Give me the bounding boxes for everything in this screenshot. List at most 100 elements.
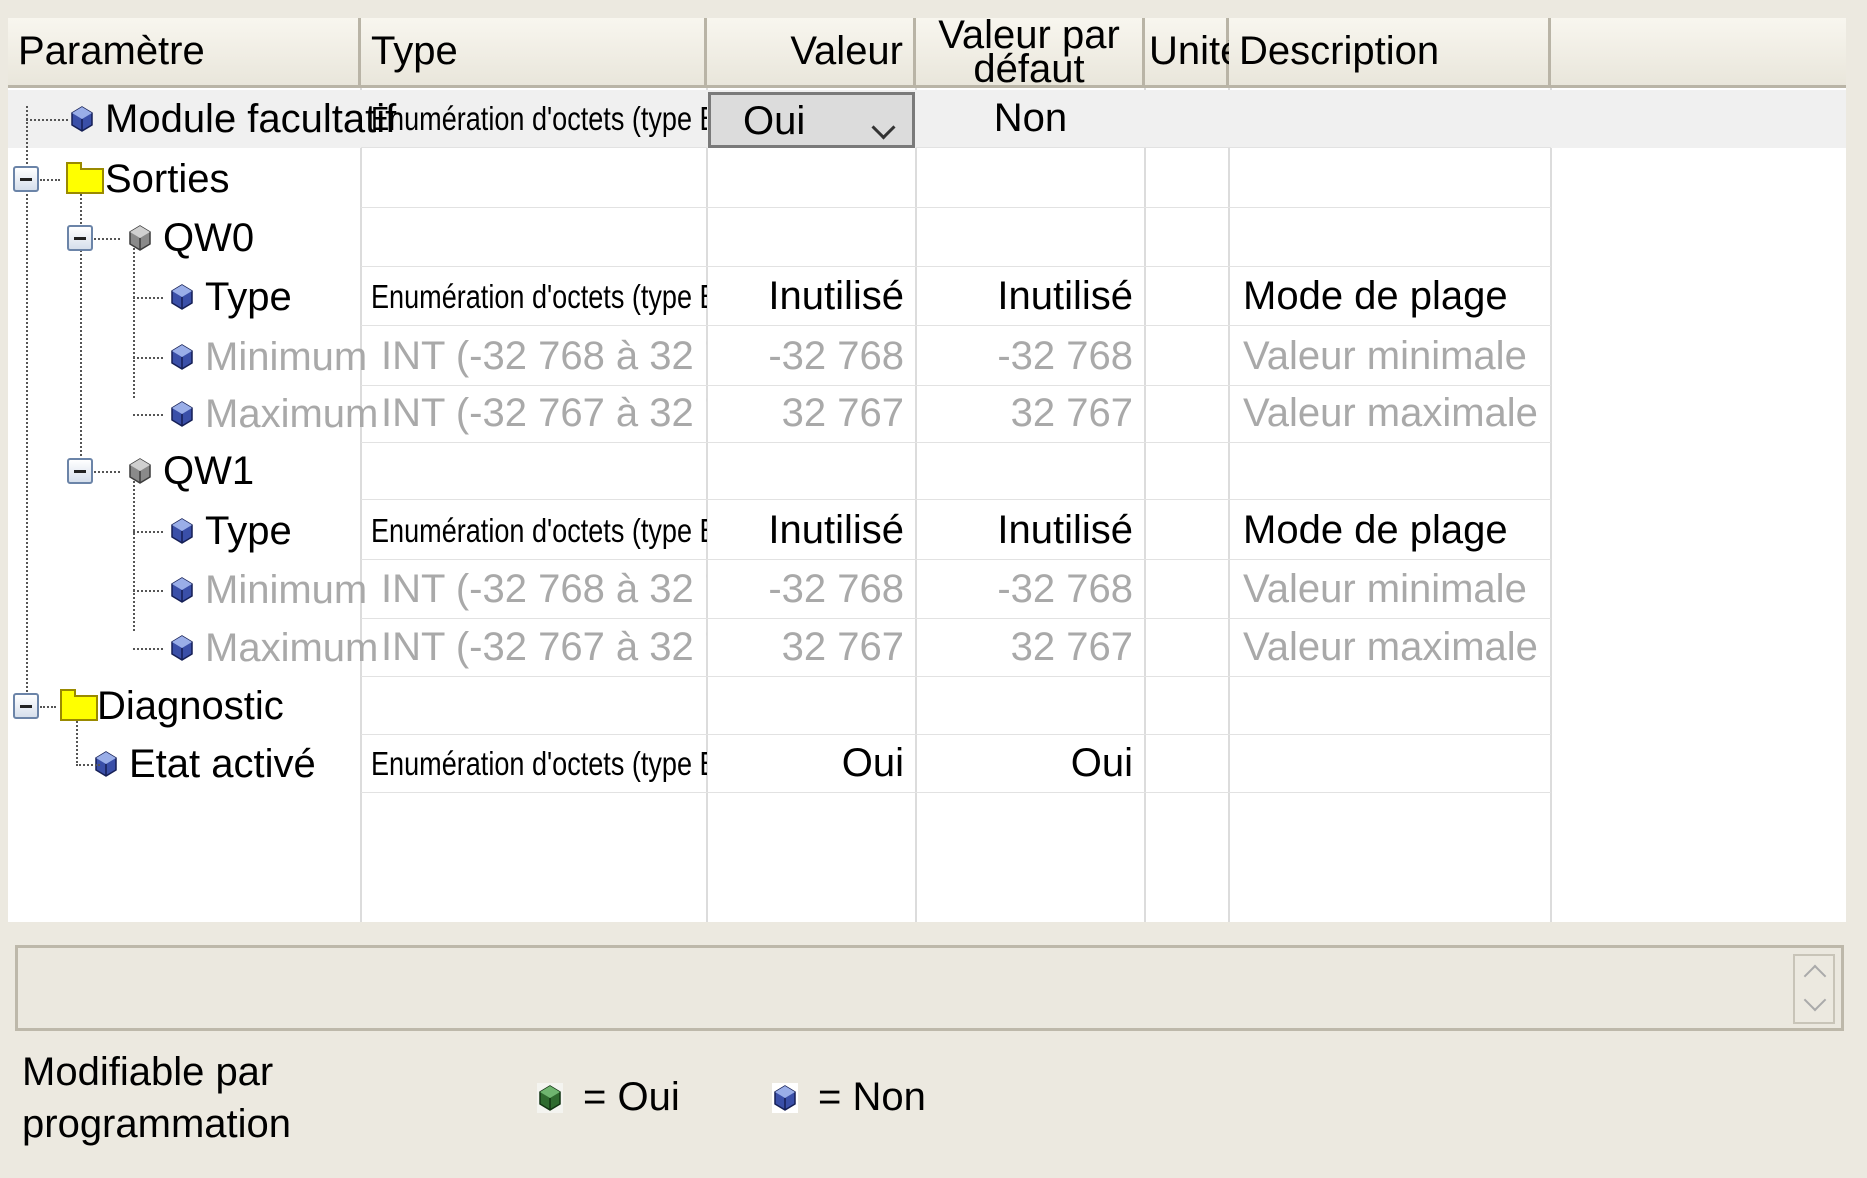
table-row[interactable]: Etat activé Enumération d'octets (type BY… xyxy=(8,735,1846,793)
cell-unite xyxy=(1145,209,1229,267)
parameter-name: Maximum xyxy=(205,625,379,670)
cell-type-text: Enumération d'octets (type BYTE) xyxy=(371,99,707,137)
cell-type: INT (-32 767 à 32 767) xyxy=(361,619,707,677)
cell-defaut-text: 32 767 xyxy=(1010,625,1133,669)
cell-description-text: Valeur maximale xyxy=(1243,625,1538,669)
cell-unite xyxy=(1145,90,1229,148)
blue-cube-icon xyxy=(772,1082,798,1113)
cell-type-text: INT (-32 768 à 32 766) xyxy=(381,567,707,611)
header-description-label: Description xyxy=(1239,29,1440,73)
cell-description-text: Mode de plage xyxy=(1243,274,1508,318)
legend-label: Modifiable par programmation xyxy=(22,1046,291,1150)
cell-valeur: Inutilisé xyxy=(707,268,916,326)
cell-valeur xyxy=(707,150,916,208)
chevron-down-icon[interactable] xyxy=(871,115,896,140)
table-row[interactable]: Type Enumération d'octets (type BYTE) Inut… xyxy=(8,502,1846,560)
green-cube-icon xyxy=(537,1082,563,1113)
table-row[interactable]: Sorties xyxy=(8,150,1846,208)
cell-valeur: -32 768 xyxy=(707,328,916,386)
cell-description: Mode de plage xyxy=(1229,502,1551,560)
cell-unite xyxy=(1145,150,1229,208)
table-row[interactable]: Type Enumération d'octets (type BYTE) Inut… xyxy=(8,268,1846,326)
legend-label-line2: programmation xyxy=(22,1102,292,1146)
table-row[interactable]: QW0 xyxy=(8,209,1846,267)
cell-type-text: INT (-32 767 à 32 767) xyxy=(381,391,707,435)
header-description[interactable]: Description xyxy=(1229,18,1551,88)
grid-header: Paramètre Type Valeur Valeur par défaut … xyxy=(8,18,1846,89)
cell-valeur-text: -32 768 xyxy=(768,334,904,378)
header-filler xyxy=(1551,18,1846,88)
cell-description xyxy=(1229,150,1551,208)
cell-defaut-text: Oui xyxy=(1070,741,1133,785)
table-row[interactable]: Minimum INT (-32 768 à 32 766) -32 768 -32 … xyxy=(8,561,1846,619)
cell-defaut: 32 767 xyxy=(916,385,1145,443)
cell-valeur-text: Inutilisé xyxy=(768,274,904,318)
cell-description xyxy=(1229,735,1551,793)
legend-oui-text: = Oui xyxy=(583,1075,680,1119)
parameter-editor-panel: Paramètre Type Valeur Valeur par défaut … xyxy=(0,0,1867,1178)
cell-type-text: Enumération d'octets (type BYTE) xyxy=(371,277,707,315)
message-area[interactable] xyxy=(15,945,1844,1031)
cell-defaut-text: -32 768 xyxy=(997,334,1133,378)
valeur-dropdown[interactable]: Oui xyxy=(708,92,915,148)
cell-description xyxy=(1229,90,1551,148)
scroll-up-arrow-icon[interactable] xyxy=(1803,964,1827,988)
parameter-name: QW1 xyxy=(163,448,255,493)
header-valeur[interactable]: Valeur xyxy=(707,18,916,88)
parameter-name: Minimum xyxy=(205,334,368,379)
dropdown-value: Oui xyxy=(743,99,806,143)
cell-valeur: 32 767 xyxy=(707,385,916,443)
scroll-down-arrow-icon[interactable] xyxy=(1803,988,1827,1012)
cell-type: INT (-32 768 à 32 766) xyxy=(361,561,707,619)
cell-type: Enumération d'octets (type BYTE) xyxy=(361,90,707,148)
cell-type: INT (-32 767 à 32 767) xyxy=(361,385,707,443)
header-parametre[interactable]: Paramètre xyxy=(8,18,361,88)
cell-unite xyxy=(1145,442,1229,500)
cell-description xyxy=(1229,442,1551,500)
header-parametre-label: Paramètre xyxy=(18,29,205,73)
header-unite[interactable]: Unité xyxy=(1145,18,1242,88)
table-row[interactable]: Minimum INT (-32 768 à 32 766) -32 768 -32 … xyxy=(8,328,1846,386)
cell-defaut: 32 767 xyxy=(916,619,1145,677)
table-row[interactable]: MaximumINT (-32 767 à 32 767) 32 767 32 76… xyxy=(8,619,1846,677)
cell-valeur xyxy=(707,442,916,500)
parameter-name: Type xyxy=(205,508,292,553)
header-type[interactable]: Type xyxy=(361,18,707,88)
cell-unite xyxy=(1145,735,1229,793)
cell-defaut: Oui xyxy=(916,735,1145,793)
header-valeur-defaut[interactable]: Valeur par défaut xyxy=(916,18,1145,89)
cell-description: Valeur maximale xyxy=(1229,385,1551,443)
cell-defaut-text: 32 767 xyxy=(1010,391,1133,435)
cell-description-text: Valeur minimale xyxy=(1243,567,1527,611)
table-row[interactable]: Module facultatif Enumération d'octets (t… xyxy=(8,90,1846,148)
cell-description-text: Valeur minimale xyxy=(1243,334,1527,378)
table-row[interactable]: MaximumINT (-32 767 à 32 767) 32 767 32 76… xyxy=(8,385,1846,443)
cell-defaut-text: Non xyxy=(993,96,1068,140)
cell-unite xyxy=(1145,385,1229,443)
cell-type xyxy=(361,442,707,500)
cell-description: Valeur minimale xyxy=(1229,328,1551,386)
message-scrollbar[interactable] xyxy=(1793,954,1835,1024)
cell-defaut xyxy=(916,677,1145,735)
table-row[interactable]: Diagnostic xyxy=(8,677,1846,735)
header-valeur-label: Valeur xyxy=(790,29,903,73)
cell-type xyxy=(361,150,707,208)
parameter-name: Etat activé xyxy=(129,741,316,786)
cell-type-text: INT (-32 767 à 32 767) xyxy=(381,625,707,669)
cell-unite xyxy=(1145,502,1229,560)
cell-defaut xyxy=(916,209,1145,267)
cell-defaut: -32 768 xyxy=(916,561,1145,619)
cell-valeur-text: 32 767 xyxy=(781,391,904,435)
parameter-name: Minimum xyxy=(205,567,368,612)
cell-type-text: Enumération d'octets (type BYTE) xyxy=(371,511,707,549)
cell-type-text: Enumération d'octets (type BYTE) xyxy=(371,744,707,782)
cell-valeur-text: Inutilisé xyxy=(768,508,904,552)
header-type-label: Type xyxy=(371,29,458,73)
cell-description: Mode de plage xyxy=(1229,268,1551,326)
cell-valeur-text: 32 767 xyxy=(781,625,904,669)
cell-valeur-text: Oui xyxy=(841,741,904,785)
cell-valeur: -32 768 xyxy=(707,561,916,619)
cell-type: Enumération d'octets (type BYTE) xyxy=(361,735,707,793)
table-row[interactable]: QW1 xyxy=(8,442,1846,500)
parameter-name: Diagnostic xyxy=(97,683,284,728)
